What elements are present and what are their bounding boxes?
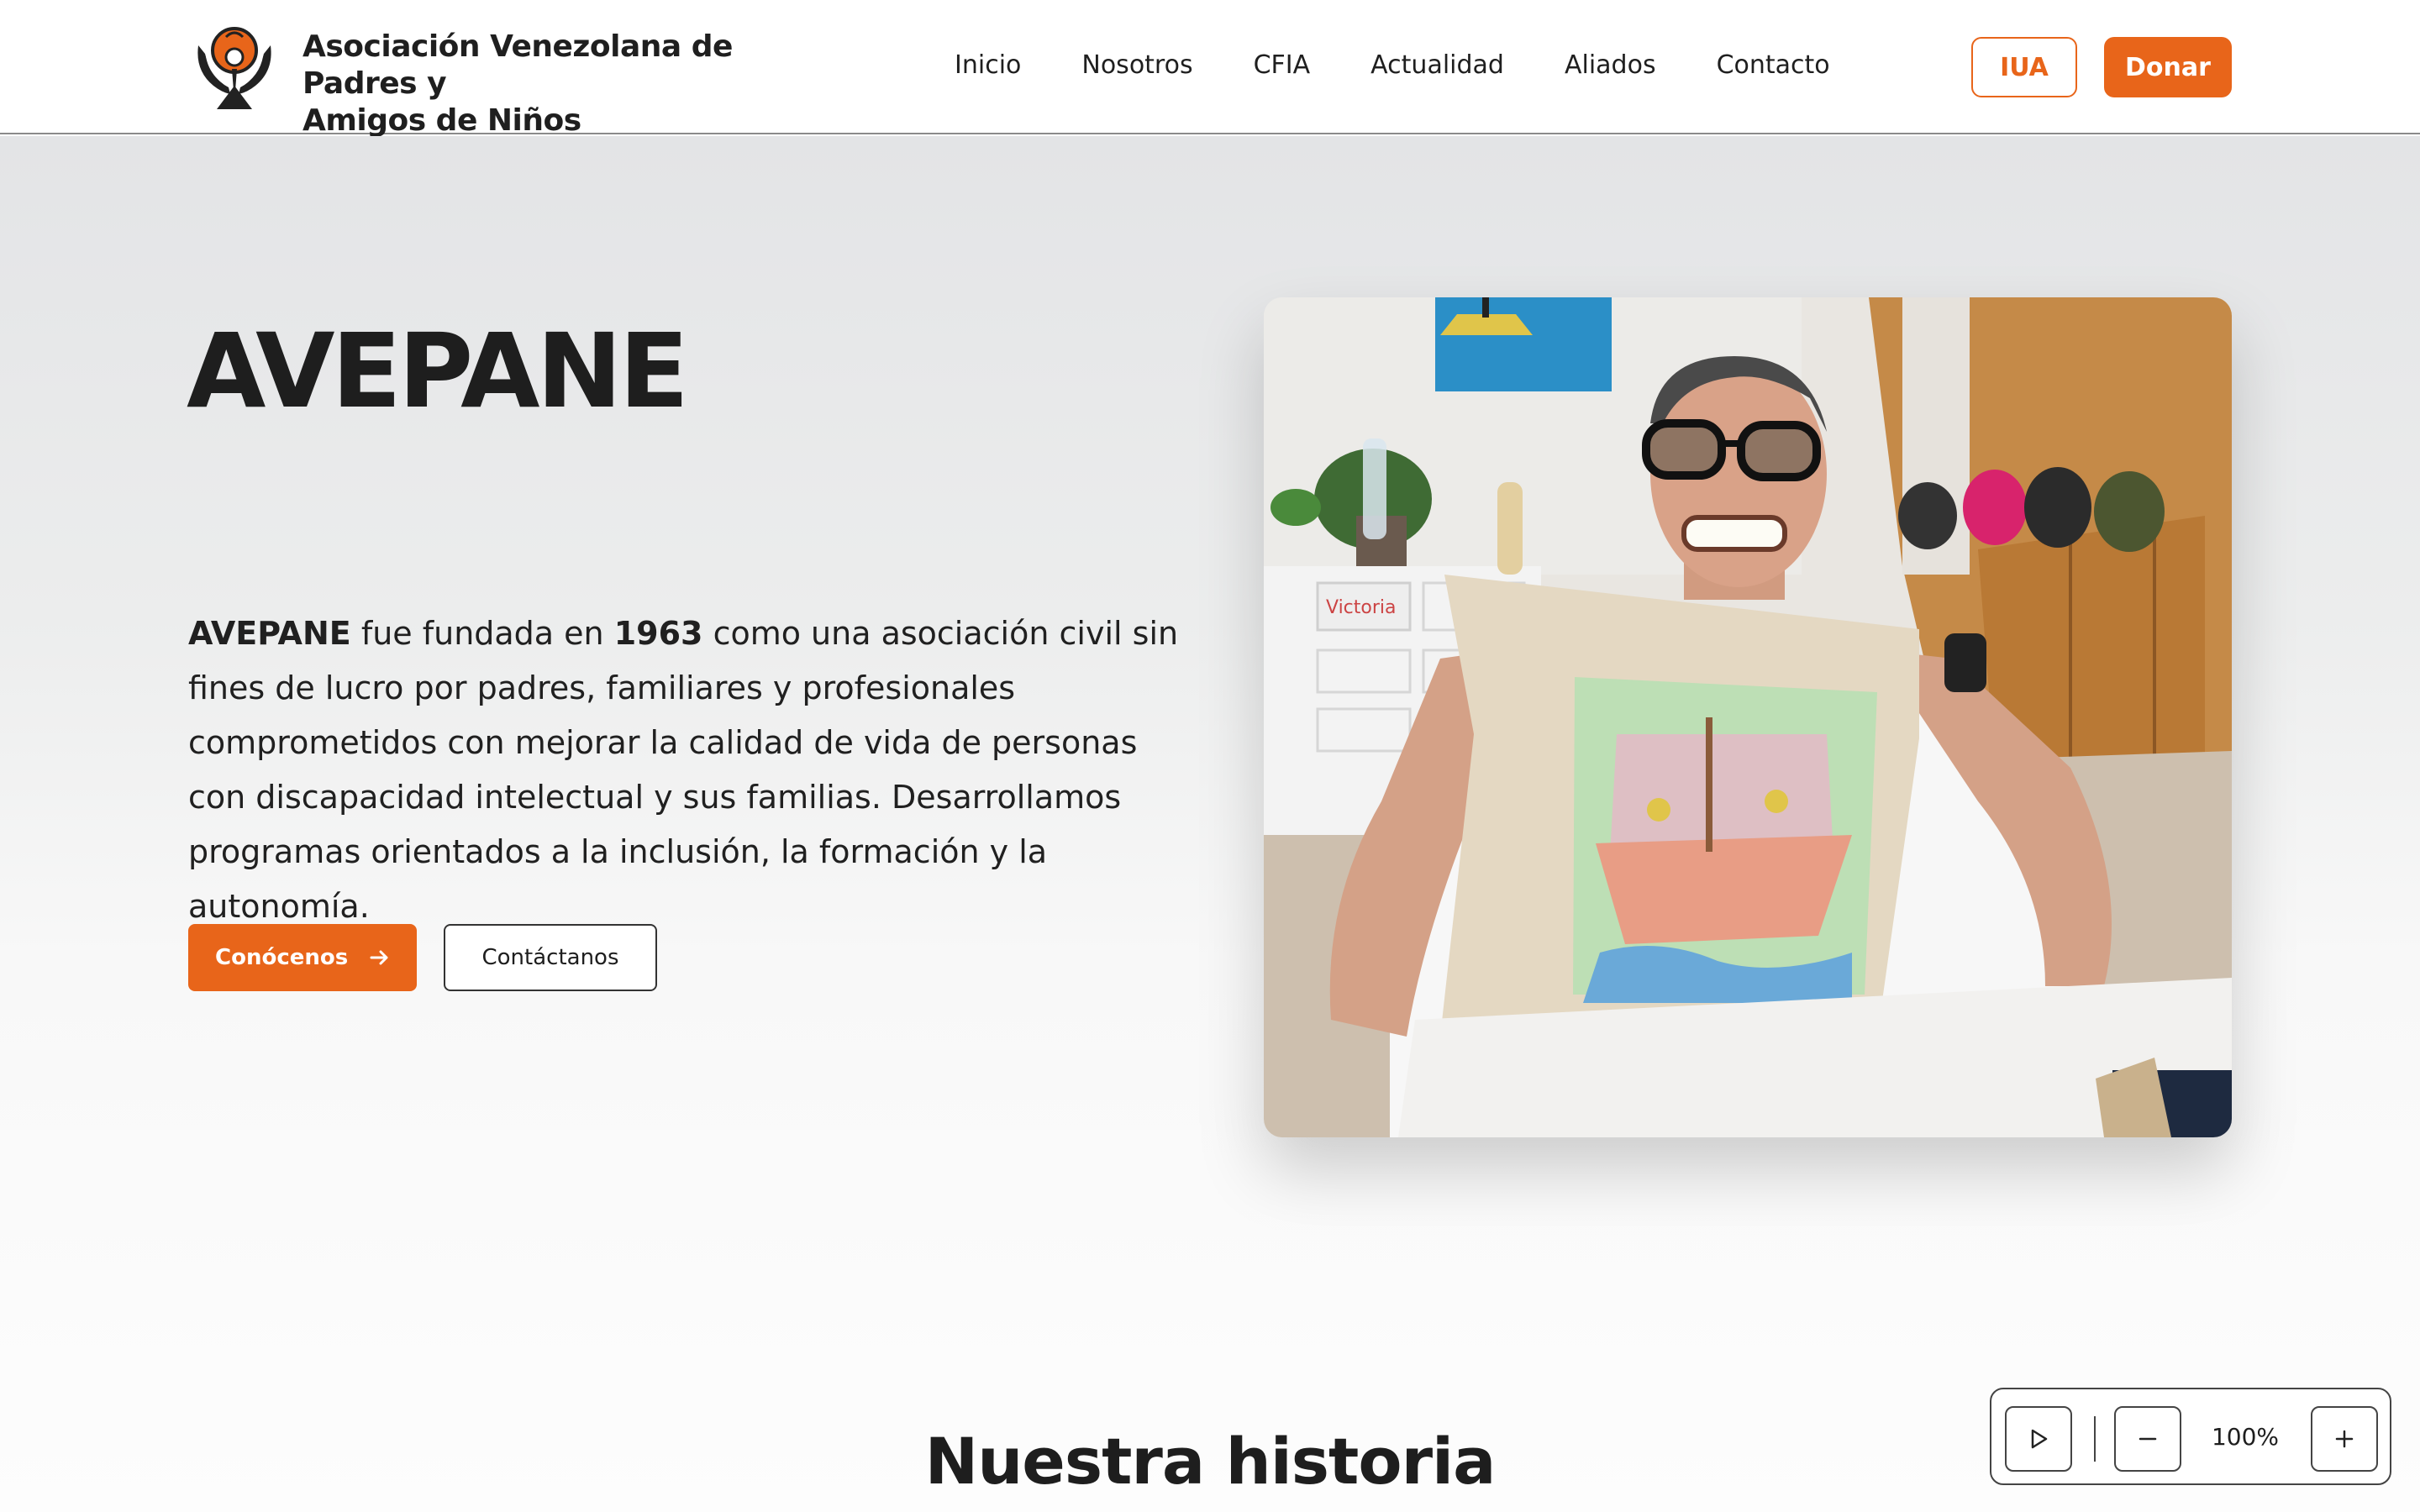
conocenos-label: Conócenos	[215, 945, 349, 970]
nav-inicio[interactable]: Inicio	[955, 47, 1021, 84]
minus-icon	[2139, 1437, 2157, 1441]
nav-contacto[interactable]: Contacto	[1717, 47, 1830, 84]
site-header: Asociación Venezolana de Padres y Amigos…	[0, 0, 2420, 175]
nav-actualidad[interactable]: Actualidad	[1370, 47, 1504, 84]
zoom-level: 100%	[2211, 1423, 2280, 1451]
zoom-controls: 100%	[1990, 1388, 2391, 1485]
play-button[interactable]	[2005, 1406, 2072, 1472]
play-icon	[2031, 1429, 2048, 1449]
photo-name-tag: Victoria	[1326, 597, 1397, 618]
desc-bold-year: 1963	[613, 615, 703, 652]
hero-photo: Victoria	[1264, 297, 2232, 1137]
contactanos-button[interactable]: Contáctanos	[444, 924, 657, 991]
nav-aliados[interactable]: Aliados	[1565, 47, 1656, 84]
zoom-separator	[2094, 1416, 2096, 1462]
iua-button[interactable]: IUA	[1971, 37, 2077, 97]
donar-button[interactable]: Donar	[2104, 37, 2232, 97]
hero-title: AVEPANE	[187, 312, 689, 431]
nav-cfia[interactable]: CFIA	[1254, 47, 1311, 84]
zoom-in-button[interactable]	[2311, 1406, 2378, 1472]
main-nav: Inicio Nosotros CFIA Actualidad Aliados …	[955, 47, 1830, 84]
desc-bold-name: AVEPANE	[188, 615, 351, 652]
plus-icon	[2335, 1430, 2354, 1448]
org-name-line-1: Asociación Venezolana de Padres y	[302, 29, 733, 101]
hero-description: AVEPANE fue fundada en 1963 como una aso…	[188, 606, 1188, 934]
desc-text-1: fue fundada en	[350, 615, 614, 652]
arrow-right-icon	[370, 950, 388, 965]
conocenos-button[interactable]: Conócenos	[188, 924, 417, 991]
avepane-logo[interactable]	[188, 20, 281, 113]
zoom-out-button[interactable]	[2114, 1406, 2181, 1472]
desc-text-2: como una asociación civil sin fines de l…	[188, 615, 1179, 925]
nav-nosotros[interactable]: Nosotros	[1081, 47, 1192, 84]
